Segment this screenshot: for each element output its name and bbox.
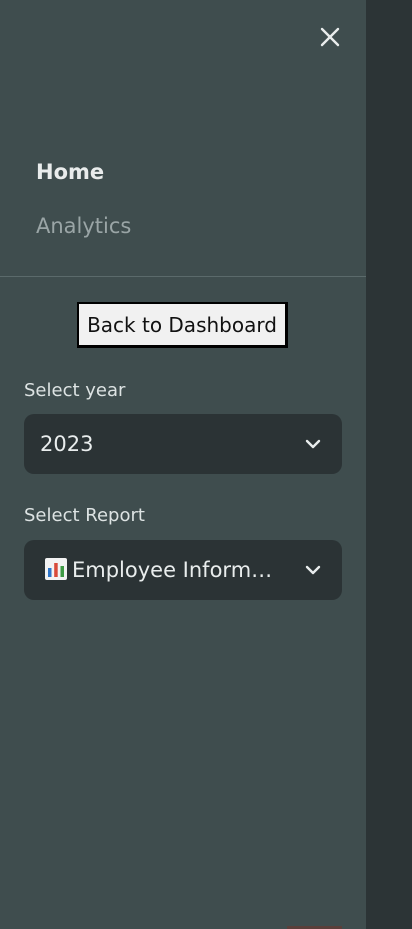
sidebar-divider	[0, 276, 366, 277]
nav-item-analytics[interactable]: Analytics	[36, 212, 131, 240]
nav-item-home[interactable]: Home	[36, 158, 104, 186]
back-to-dashboard-button[interactable]: Back to Dashboard	[77, 302, 288, 348]
chevron-down-icon	[305, 565, 321, 575]
main-content-area	[366, 0, 412, 929]
select-year-label: Select year	[24, 380, 126, 401]
report-select-value-wrap: Employee Inform…	[44, 540, 284, 600]
year-select-value: 2023	[40, 432, 94, 456]
close-sidebar-button[interactable]	[313, 20, 347, 54]
select-report-label: Select Report	[24, 505, 145, 526]
sidebar: Home Analytics Back to Dashboard Select …	[0, 0, 366, 929]
report-select-value: Employee Inform…	[72, 558, 273, 582]
bar-chart-icon	[45, 558, 67, 580]
year-select[interactable]: 2023	[24, 414, 342, 474]
close-icon	[320, 27, 340, 47]
chevron-down-icon	[305, 439, 321, 449]
report-select[interactable]: Employee Inform…	[24, 540, 342, 600]
